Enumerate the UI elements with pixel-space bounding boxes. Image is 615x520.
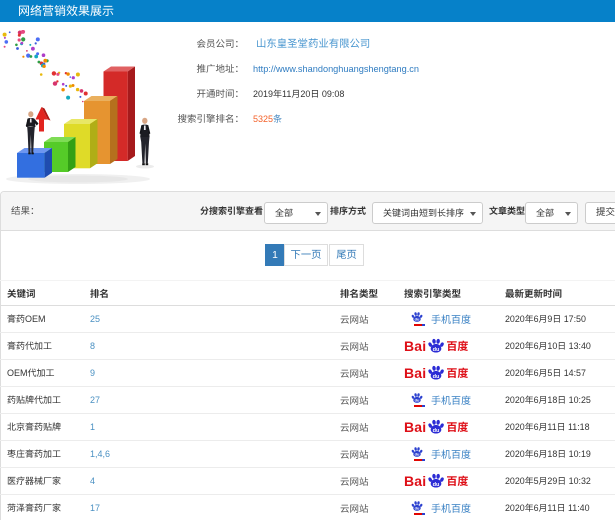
svg-text:du: du: [415, 506, 420, 511]
svg-text:du: du: [433, 428, 440, 434]
svg-text:du: du: [415, 452, 420, 457]
svg-text:du: du: [415, 398, 420, 403]
svg-text:du: du: [433, 347, 440, 353]
svg-text:du: du: [415, 317, 420, 322]
svg-text:du: du: [433, 374, 440, 380]
svg-text:du: du: [433, 482, 440, 488]
